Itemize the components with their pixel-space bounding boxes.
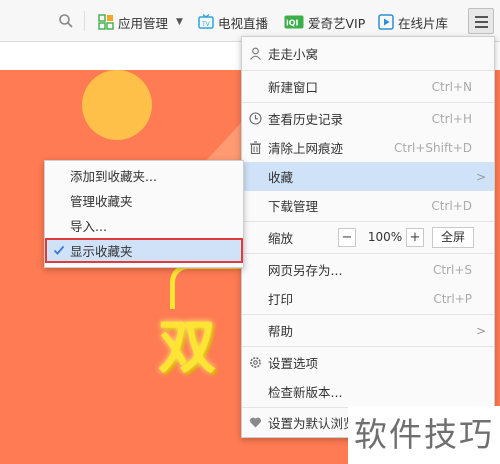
hamburger-menu-line bbox=[475, 26, 488, 28]
downloads-shortcut: Ctrl+D bbox=[431, 198, 472, 213]
user-icon bbox=[250, 47, 261, 60]
print-label: 打印 bbox=[268, 292, 294, 307]
menu-item-history[interactable]: 查看历史记录 Ctrl+H bbox=[242, 104, 494, 133]
add-favorite-label: 添加到收藏夹... bbox=[70, 169, 157, 184]
submenu-item-add-favorite[interactable]: 添加到收藏夹... bbox=[45, 163, 243, 188]
hamburger-menu-line bbox=[475, 21, 488, 23]
clear-traces-label: 清除上网痕迹 bbox=[268, 141, 344, 156]
menu-divider bbox=[242, 221, 494, 222]
menu-item-settings[interactable]: 设置选项 bbox=[242, 348, 494, 377]
toolbar-divider bbox=[84, 11, 85, 31]
submenu-item-show-favorites[interactable]: 显示收藏夹 bbox=[45, 238, 243, 263]
trash-icon bbox=[250, 141, 261, 154]
set-default-label: 设置为默认浏览 bbox=[268, 416, 356, 431]
zoom-in-button[interactable]: + bbox=[406, 228, 424, 247]
submenu-item-manage-favorites[interactable]: 管理收藏夹 bbox=[45, 188, 243, 213]
zoom-label: 缩放 bbox=[268, 231, 294, 246]
favorites-submenu: 添加到收藏夹... 管理收藏夹 导入... 显示收藏夹 bbox=[44, 160, 244, 268]
tv-live-label: 电视直播 bbox=[218, 15, 269, 31]
menu-item-zoom: 缩放 − 100% + 全屏 bbox=[242, 223, 494, 252]
menu-item-check-update[interactable]: 检查新版本... bbox=[242, 377, 494, 406]
online-library-button[interactable]: 在线片库 bbox=[378, 11, 448, 33]
history-label: 查看历史记录 bbox=[268, 112, 344, 127]
menu-divider bbox=[242, 346, 494, 347]
banner-title: 双 bbox=[158, 313, 216, 381]
help-label: 帮助 bbox=[268, 324, 294, 339]
menu-item-new-window[interactable]: 新建窗口 Ctrl+N bbox=[242, 72, 494, 101]
menu-divider bbox=[242, 102, 494, 103]
show-favorites-label: 显示收藏夹 bbox=[70, 244, 133, 259]
print-shortcut: Ctrl+P bbox=[433, 291, 472, 306]
menu-item-downloads[interactable]: 下载管理 Ctrl+D bbox=[242, 191, 494, 220]
history-shortcut: Ctrl+H bbox=[431, 111, 472, 126]
heart-icon bbox=[249, 417, 262, 428]
save-as-label: 网页另存为... bbox=[268, 263, 343, 278]
dropdown-arrow-icon[interactable]: ▼ bbox=[176, 17, 183, 27]
user-name: 走走小窝 bbox=[268, 47, 319, 62]
app-manager-label: 应用管理 bbox=[118, 15, 169, 31]
submenu-arrow-icon: > bbox=[475, 323, 486, 338]
zoom-level: 100% bbox=[367, 230, 403, 244]
film-library-icon bbox=[378, 14, 394, 30]
tv-icon: TV bbox=[198, 14, 214, 29]
hamburger-menu-icon bbox=[475, 16, 488, 18]
menu-item-save-as[interactable]: 网页另存为... Ctrl+S bbox=[242, 255, 494, 284]
submenu-arrow-icon: > bbox=[475, 169, 486, 184]
tv-live-button[interactable]: TV 电视直播 bbox=[198, 11, 268, 33]
iqiyi-vip-button[interactable]: iQI 爱奇艺VIP bbox=[284, 11, 365, 33]
menu-item-user[interactable]: 走走小窝 bbox=[242, 39, 494, 68]
menu-item-print[interactable]: 打印 Ctrl+P bbox=[242, 284, 494, 313]
main-menu: 走走小窝 新建窗口 Ctrl+N 查看历史记录 Ctrl+H 清除上网痕迹 Ct… bbox=[241, 36, 495, 438]
checkmark-icon bbox=[53, 245, 65, 255]
clock-icon bbox=[249, 112, 262, 125]
svg-text:TV: TV bbox=[201, 21, 211, 28]
iqiyi-icon: iQI bbox=[284, 15, 304, 29]
clear-traces-shortcut: Ctrl+Shift+D bbox=[394, 140, 472, 155]
search-icon[interactable] bbox=[58, 13, 74, 29]
menu-item-clear-traces[interactable]: 清除上网痕迹 Ctrl+Shift+D bbox=[242, 133, 494, 162]
import-label: 导入... bbox=[70, 219, 107, 234]
menu-divider bbox=[242, 253, 494, 254]
new-window-label: 新建窗口 bbox=[268, 80, 319, 95]
menu-divider bbox=[242, 70, 494, 71]
settings-label: 设置选项 bbox=[268, 356, 319, 371]
save-as-shortcut: Ctrl+S bbox=[432, 262, 472, 277]
manage-favorites-label: 管理收藏夹 bbox=[70, 194, 133, 209]
favorites-label: 收藏 bbox=[268, 170, 294, 185]
new-window-shortcut: Ctrl+N bbox=[431, 79, 472, 94]
iqiyi-vip-label: 爱奇艺VIP bbox=[308, 15, 366, 31]
downloads-label: 下载管理 bbox=[268, 199, 319, 214]
online-library-label: 在线片库 bbox=[398, 15, 449, 31]
apps-grid-icon bbox=[98, 14, 114, 30]
check-update-label: 检查新版本... bbox=[268, 385, 343, 400]
menu-item-favorites[interactable]: 收藏 > bbox=[242, 162, 494, 191]
gear-icon bbox=[250, 357, 261, 368]
fullscreen-button[interactable]: 全屏 bbox=[432, 227, 474, 248]
app-manager-button[interactable]: 应用管理 ▼ bbox=[98, 11, 183, 33]
menu-item-help[interactable]: 帮助 > bbox=[242, 316, 494, 345]
submenu-item-import[interactable]: 导入... bbox=[45, 213, 243, 238]
zoom-out-button[interactable]: − bbox=[338, 228, 356, 247]
svg-text:iQI: iQI bbox=[286, 19, 299, 28]
watermark: 软件技巧 bbox=[348, 406, 500, 464]
menu-divider bbox=[242, 314, 494, 315]
banner-sun-graphic bbox=[82, 70, 152, 140]
main-menu-button[interactable] bbox=[468, 8, 494, 34]
